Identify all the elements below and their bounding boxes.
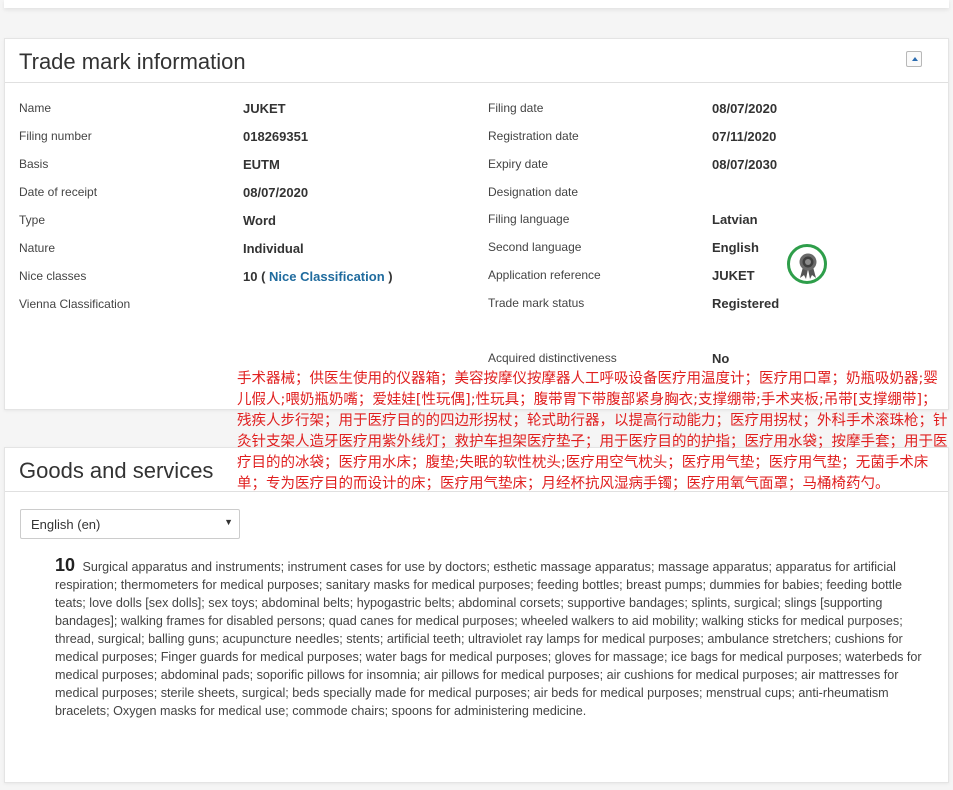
filing-date-value: 08/07/2020 — [712, 101, 778, 116]
date-of-receipt-label: Date of receipt — [19, 185, 98, 199]
type-label: Type — [19, 213, 46, 227]
nature-value: Individual — [243, 241, 304, 256]
collapse-toggle-button[interactable] — [906, 51, 922, 67]
expiry-date-label: Expiry date — [488, 157, 549, 171]
acquired-distinctiveness-value: No — [712, 351, 730, 366]
application-reference-value: JUKET — [712, 268, 755, 283]
second-language-label: Second language — [488, 240, 582, 254]
filing-date-label: Filing date — [488, 101, 544, 115]
registration-date-label: Registration date — [488, 129, 579, 143]
registration-date-value: 07/11/2020 — [712, 129, 777, 144]
nice-classes-suffix: ) — [388, 269, 393, 284]
nice-classification-link[interactable]: Nice Classification — [269, 269, 385, 284]
language-select[interactable]: English (en) ▼ — [20, 509, 240, 539]
filing-language-value: Latvian — [712, 212, 758, 227]
previous-panel-edge — [4, 0, 949, 8]
type-value: Word — [243, 213, 276, 228]
panel-title: Goods and services — [19, 458, 214, 483]
filing-language-label: Filing language — [488, 212, 570, 226]
trade-mark-status-label: Trade mark status — [488, 296, 585, 310]
trade-mark-panel: Trade mark information Name JUKET Filing… — [4, 38, 949, 410]
vienna-classification-label: Vienna Classification — [19, 297, 131, 311]
date-of-receipt-value: 08/07/2020 — [243, 185, 309, 200]
class-number: 10 — [55, 555, 76, 575]
panel-title: Trade mark information — [19, 49, 246, 74]
acquired-distinctiveness-label: Acquired distinctiveness — [488, 351, 617, 365]
goods-and-services-panel: Goods and services English (en) ▼ 10 Sur… — [4, 447, 949, 783]
filing-number-label: Filing number — [19, 129, 92, 143]
nice-classes-number: 10 ( — [243, 269, 266, 284]
goods-description: 10 Surgical apparatus and instruments; i… — [55, 556, 923, 720]
trade-mark-panel-header: Trade mark information — [5, 39, 948, 83]
basis-label: Basis — [19, 157, 49, 171]
basis-value: EUTM — [243, 157, 280, 172]
name-value: JUKET — [243, 101, 286, 116]
nice-classes-value: 10 ( Nice Classification ) — [243, 269, 393, 284]
nice-classes-label: Nice classes — [19, 269, 87, 283]
expiry-date-value: 08/07/2030 — [712, 157, 778, 172]
goods-description-text: Surgical apparatus and instruments; inst… — [55, 560, 922, 718]
dropdown-arrow-icon: ▼ — [224, 517, 233, 527]
language-selected-value: English (en) — [31, 517, 101, 532]
trade-mark-status-value: Registered — [712, 296, 780, 311]
application-reference-label: Application reference — [488, 268, 601, 282]
designation-date-label: Designation date — [488, 185, 579, 199]
registered-ribbon-icon — [787, 244, 827, 284]
second-language-value: English — [712, 240, 759, 255]
filing-number-value: 018269351 — [243, 129, 309, 144]
name-label: Name — [19, 101, 52, 115]
translation-overlay-text: 手术器械；供医生使用的仪器箱；美容按摩仪按摩器人工呼吸设备医疗用温度计；医疗用口… — [237, 371, 948, 492]
nature-label: Nature — [19, 241, 56, 255]
